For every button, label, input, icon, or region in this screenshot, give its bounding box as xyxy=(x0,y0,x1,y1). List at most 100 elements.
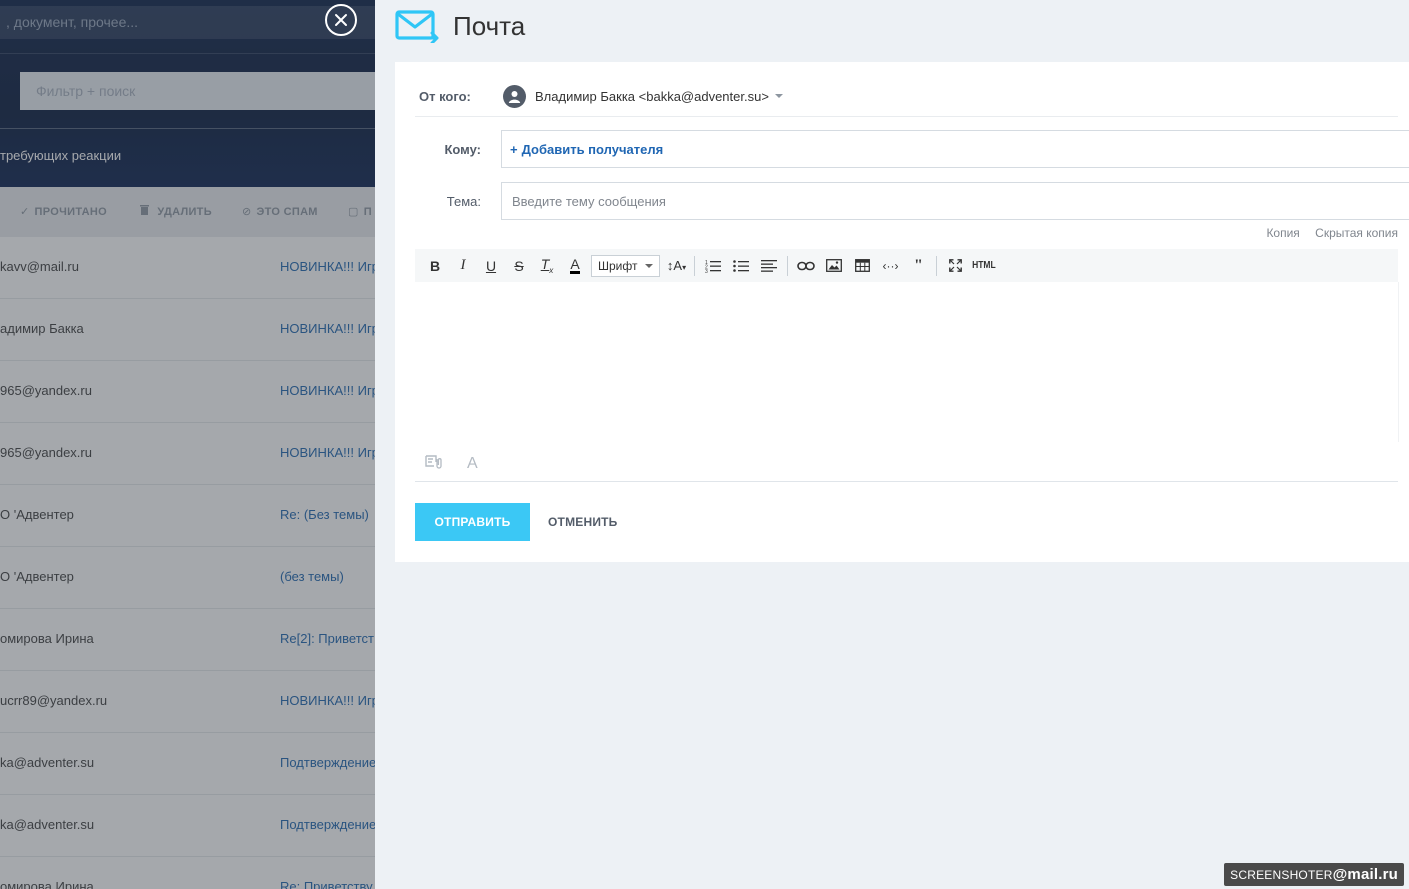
check-icon: ✓ xyxy=(20,206,30,218)
message-body-editor[interactable] xyxy=(415,282,1399,442)
font-color-icon: A xyxy=(570,256,580,274)
cancel-button[interactable]: ОТМЕНИТЬ xyxy=(548,503,618,541)
user-icon xyxy=(508,90,521,103)
table-button[interactable] xyxy=(848,254,876,278)
chevron-down-icon[interactable] xyxy=(774,94,783,98)
mail-subject[interactable]: Re: Приветству xyxy=(280,879,373,889)
plus-icon: + xyxy=(510,141,518,157)
sender-select[interactable]: Владимир Бакка <bakka@adventer.su> xyxy=(535,89,769,104)
link-icon xyxy=(797,261,816,270)
table-row[interactable]: омирова Ирина Re[2]: Приветст xyxy=(0,609,375,671)
counter-label: требующих реакции xyxy=(0,148,122,163)
table-row[interactable]: О 'Адвентер Re: (Без темы) xyxy=(0,485,375,547)
subject-label: Тема: xyxy=(446,193,481,209)
bullet-list-icon xyxy=(733,259,750,272)
subject-field xyxy=(501,182,1409,220)
align-button[interactable] xyxy=(755,254,783,278)
table-row[interactable]: омирова Ирина Re: Приветству xyxy=(0,857,375,889)
mail-subject[interactable]: Re: (Без темы) xyxy=(280,507,369,522)
underline-button[interactable]: U xyxy=(477,254,505,278)
link-button[interactable] xyxy=(792,254,820,278)
table-row[interactable]: ucrr89@yandex.ru НОВИНКА!!! Игр xyxy=(0,671,375,733)
mark-read-button[interactable]: ✓ ПРОЧИТАНО xyxy=(20,187,107,237)
mail-subject[interactable]: Подтверждение xyxy=(280,817,375,832)
mail-from: kavv@mail.ru xyxy=(0,259,79,274)
fullscreen-button[interactable] xyxy=(941,254,969,278)
background-page: , документ, прочее... Фильтр + поиск тре… xyxy=(0,0,375,889)
html-mode-label: HTML xyxy=(971,260,996,271)
recipients-field[interactable]: + Добавить получателя xyxy=(501,130,1409,168)
compose-form: От кого: Владимир Бакка <bakka@adventer.… xyxy=(395,62,1409,562)
svg-text:3: 3 xyxy=(705,269,708,273)
add-recipient-link[interactable]: + Добавить получателя xyxy=(510,142,663,157)
cc-link[interactable]: Копия xyxy=(1266,226,1299,240)
to-row: Кому: + Добавить получателя xyxy=(415,130,1409,168)
clear-format-button[interactable]: Tx xyxy=(533,254,561,278)
italic-button[interactable]: I xyxy=(449,254,477,278)
fullscreen-icon xyxy=(949,259,962,272)
send-button[interactable]: ОТПРАВИТЬ xyxy=(415,503,530,541)
html-mode-button[interactable]: HTML xyxy=(969,254,997,278)
table-row[interactable]: ka@adventer.su Подтверждение xyxy=(0,733,375,795)
table-row[interactable]: 965@yandex.ru НОВИНКА!!! Игр xyxy=(0,361,375,423)
toolbar-divider xyxy=(787,255,789,276)
mail-send-icon xyxy=(395,10,439,43)
table-row[interactable]: 965@yandex.ru НОВИНКА!!! Игр xyxy=(0,423,375,485)
ordered-list-button[interactable]: 123 xyxy=(699,254,727,278)
chevron-down-icon xyxy=(645,263,654,268)
mail-subject[interactable]: НОВИНКА!!! Игр xyxy=(280,445,375,460)
move-button[interactable]: ▢ П xyxy=(348,187,372,237)
strikethrough-button[interactable]: S xyxy=(505,254,533,278)
spam-button[interactable]: ⊘ ЭТО СПАМ xyxy=(242,187,318,237)
mail-compose-panel: Почта От кого: Владимир Бакка <bakka@adv… xyxy=(375,0,1409,889)
text-format-icon[interactable]: A xyxy=(467,455,478,473)
font-select[interactable]: Шрифт xyxy=(591,254,661,277)
mail-subject[interactable]: НОВИНКА!!! Игр xyxy=(280,383,375,398)
mail-subject[interactable]: НОВИНКА!!! Игр xyxy=(280,693,375,708)
mail-subject[interactable]: (без темы) xyxy=(280,569,344,584)
mail-list: kavv@mail.ru НОВИНКА!!! Игр адимир Бакка Н… xyxy=(0,237,375,889)
code-button[interactable]: ‹··› xyxy=(876,254,904,278)
table-row[interactable]: kavv@mail.ru НОВИНКА!!! Игр xyxy=(0,237,375,299)
from-row: От кого: Владимир Бакка <bakka@adventer.… xyxy=(415,76,1398,117)
mail-subject[interactable]: НОВИНКА!!! Игр xyxy=(280,259,375,274)
bold-button[interactable]: B xyxy=(421,254,449,278)
attach-file-icon[interactable] xyxy=(425,454,443,473)
table-row[interactable]: адимир Бакка НОВИНКА!!! Игр xyxy=(0,299,375,361)
global-search-input[interactable]: , документ, прочее... xyxy=(0,6,375,39)
bcc-link[interactable]: Скрытая копия xyxy=(1315,226,1398,240)
screenshot-watermark: SCREENSHOTER@mail.ru xyxy=(1224,863,1404,886)
font-size-button[interactable]: ↕A▾ xyxy=(662,254,690,278)
mail-from: ucrr89@yandex.ru xyxy=(0,693,108,708)
toolbar-divider xyxy=(936,255,938,276)
mail-from: О 'Адвентер xyxy=(0,569,74,584)
mail-subject[interactable]: Подтверждение xyxy=(280,755,375,770)
editor-footer: A xyxy=(415,446,1398,482)
toolbar-divider xyxy=(694,255,696,276)
mail-subject[interactable]: Re[2]: Приветст xyxy=(280,631,374,646)
filter-search-input[interactable]: Фильтр + поиск xyxy=(20,72,375,110)
quote-button[interactable]: " xyxy=(904,254,932,278)
quote-icon: " xyxy=(914,256,923,274)
italic-icon: I xyxy=(460,257,466,273)
divider xyxy=(0,53,375,54)
close-panel-button[interactable] xyxy=(325,4,357,36)
subject-row: Тема: xyxy=(415,182,1409,220)
image-button[interactable] xyxy=(820,254,848,278)
subject-input[interactable] xyxy=(510,185,1409,217)
mail-from: О 'Адвентер xyxy=(0,507,74,522)
trash-icon xyxy=(140,205,152,218)
close-icon xyxy=(335,14,347,26)
table-row[interactable]: О 'Адвентер (без темы) xyxy=(0,547,375,609)
font-color-button[interactable]: A xyxy=(561,254,589,278)
table-row[interactable]: ka@adventer.su Подтверждение xyxy=(0,795,375,857)
mail-from: 965@yandex.ru xyxy=(0,445,92,460)
bullet-list-button[interactable] xyxy=(727,254,755,278)
image-icon xyxy=(826,259,843,272)
delete-button[interactable]: УДАЛИТЬ xyxy=(140,187,212,237)
mail-from: 965@yandex.ru xyxy=(0,383,92,398)
clear-format-icon: Tx xyxy=(540,256,554,275)
mail-subject[interactable]: НОВИНКА!!! Игр xyxy=(280,321,375,336)
cc-links: Копия Скрытая копия xyxy=(1254,226,1398,240)
code-icon: ‹··› xyxy=(882,258,899,273)
